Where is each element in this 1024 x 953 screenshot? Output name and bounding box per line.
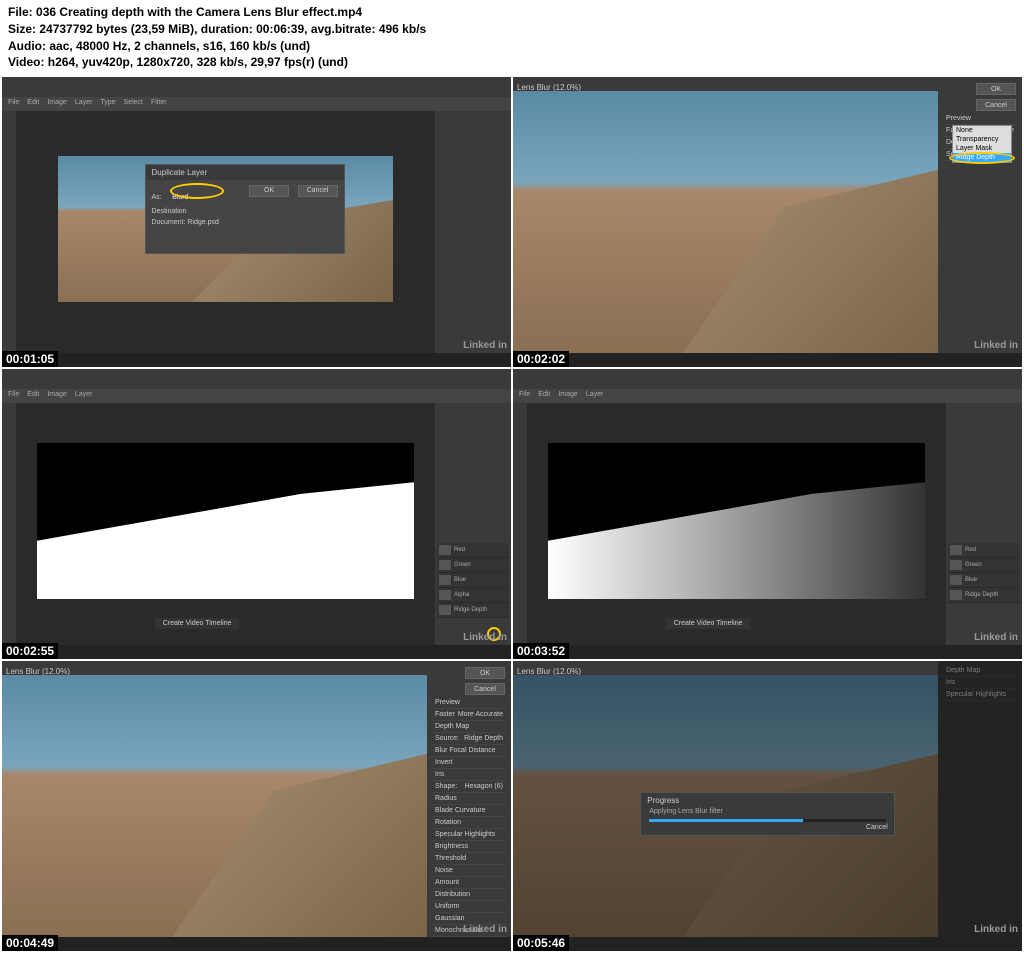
highlight-circle (949, 152, 1015, 164)
size-value: 24737792 bytes (23,59 MiB), duration: 00… (39, 22, 426, 36)
file-value: 036 Creating depth with the Camera Lens … (36, 5, 362, 19)
toolbox[interactable] (2, 111, 16, 353)
taskbar[interactable] (513, 937, 1022, 951)
lens-canvas[interactable] (513, 91, 938, 353)
timestamp: 00:04:49 (2, 935, 58, 951)
toolbox[interactable] (513, 403, 527, 645)
taskbar[interactable] (2, 353, 511, 367)
file-metadata: File: 036 Creating depth with the Camera… (0, 0, 1024, 75)
ok-button[interactable]: OK (465, 667, 505, 679)
ok-button[interactable]: OK (249, 185, 289, 197)
progress-bar (649, 819, 886, 822)
toolbox[interactable] (2, 403, 16, 645)
menu-item[interactable]: Select (124, 99, 143, 109)
frame-5: Lens Blur (12.0%) OK Cancel Preview Fast… (2, 661, 511, 951)
menu-bar: FileEditImageLayer (2, 389, 511, 403)
taskbar[interactable] (2, 937, 511, 951)
timestamp: 00:03:52 (513, 643, 569, 659)
highlight-circle (170, 183, 224, 199)
watermark: Linked in (463, 340, 507, 351)
channels-panel: Red Green Blue Alpha Ridge Depth (437, 543, 509, 618)
video-value: h264, yuv420p, 1280x720, 328 kb/s, 29,97… (48, 55, 348, 69)
menu-bar: FileEditImageLayer (513, 389, 1022, 403)
frame-2: Lens Blur (12.0%) OK Cancel Preview Fast… (513, 77, 1022, 367)
canvas[interactable] (527, 417, 946, 625)
cancel-button[interactable]: Cancel (866, 824, 888, 831)
doc-value[interactable]: Ridge.psd (187, 219, 219, 226)
as-label: As: (152, 194, 162, 201)
panels-right[interactable]: Red Green Blue Ridge Depth (946, 403, 1022, 645)
thumbnail-grid: File Edit Image Layer Type Select Filter… (0, 75, 1024, 953)
frame-4: FileEditImageLayer Red Green Blue Ridge … (513, 369, 1022, 659)
lens-canvas[interactable] (2, 675, 427, 937)
video-label: Video: (8, 55, 44, 69)
menu-item[interactable]: Edit (27, 99, 39, 109)
title-bar (2, 77, 511, 97)
taskbar[interactable] (513, 645, 1022, 659)
watermark: Linked in (463, 924, 507, 935)
timestamp: 00:02:02 (513, 351, 569, 367)
watermark: Linked in (974, 340, 1018, 351)
menu-item[interactable]: Filter (151, 99, 167, 109)
watermark: Linked in (974, 924, 1018, 935)
duplicate-layer-dialog: Duplicate Layer As: Blurd Destination Do… (145, 164, 345, 254)
progress-title: Progress (641, 793, 894, 808)
panels-right[interactable] (435, 111, 511, 353)
progress-text: Applying Lens Blur filter (641, 808, 894, 815)
source-dropdown[interactable]: None Transparency Layer Mask Ridge Depth (952, 125, 1012, 163)
lens-panel: OK Cancel Preview FasterMore Accurate De… (938, 77, 1022, 353)
menu-bar: File Edit Image Layer Type Select Filter (2, 97, 511, 111)
panels-right[interactable]: Red Green Blue Alpha Ridge Depth (435, 403, 511, 645)
doc-label: Document: (152, 219, 186, 226)
cancel-button[interactable]: Cancel (976, 99, 1016, 111)
progress-dialog: Progress Applying Lens Blur filter Cance… (640, 792, 895, 836)
watermark: Linked in (463, 632, 507, 643)
cancel-button[interactable]: Cancel (298, 185, 338, 197)
taskbar[interactable] (2, 645, 511, 659)
lens-panel: Depth Map Iris Specular Highlights (938, 661, 1022, 937)
file-label: File: (8, 5, 33, 19)
create-timeline-button[interactable]: Create Video Timeline (155, 618, 240, 629)
dest-label: Destination (152, 208, 338, 215)
timestamp: 00:02:55 (2, 643, 58, 659)
lens-panel: OK Cancel Preview Faster More Accurate D… (427, 661, 511, 937)
timestamp: 00:05:46 (513, 935, 569, 951)
title-bar (513, 369, 1022, 389)
watermark: Linked in (974, 632, 1018, 643)
channels-panel: Red Green Blue Ridge Depth (948, 543, 1020, 603)
audio-value: aac, 48000 Hz, 2 channels, s16, 160 kb/s… (49, 39, 310, 53)
frame-3: FileEditImageLayer Red Green Blue Alpha … (2, 369, 511, 659)
size-label: Size: (8, 22, 36, 36)
create-timeline-button[interactable]: Create Video Timeline (666, 618, 751, 629)
timestamp: 00:01:05 (2, 351, 58, 367)
menu-item[interactable]: Type (100, 99, 115, 109)
audio-label: Audio: (8, 39, 46, 53)
menu-item[interactable]: Layer (75, 99, 93, 109)
cancel-button[interactable]: Cancel (465, 683, 505, 695)
ok-button[interactable]: OK (976, 83, 1016, 95)
menu-item[interactable]: File (8, 99, 19, 109)
frame-1: File Edit Image Layer Type Select Filter… (2, 77, 511, 367)
menu-item[interactable]: Image (47, 99, 66, 109)
title-bar (2, 369, 511, 389)
taskbar[interactable] (513, 353, 1022, 367)
frame-6: Lens Blur (12.0%) Depth Map Iris Specula… (513, 661, 1022, 951)
canvas[interactable] (16, 417, 435, 625)
dialog-title: Duplicate Layer (146, 165, 344, 180)
